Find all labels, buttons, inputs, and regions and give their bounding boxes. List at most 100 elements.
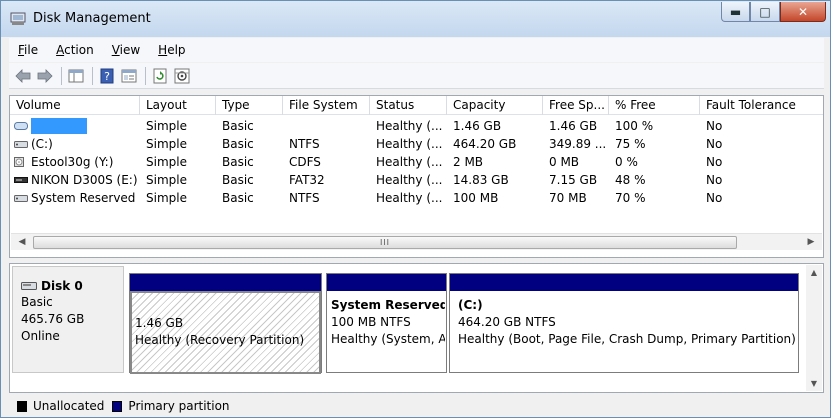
volume-fault-tolerance: No [706, 119, 723, 133]
forward-icon [37, 68, 53, 83]
column-header-type[interactable]: Type [216, 96, 283, 115]
volume-file-system: FAT32 [289, 173, 325, 187]
volume-file-system [283, 117, 370, 135]
menu-file[interactable]: File [9, 43, 47, 57]
show-console-tree-button[interactable] [66, 66, 86, 86]
properties-icon [121, 69, 137, 82]
close-button[interactable]: ✕ [780, 2, 826, 22]
hard-drive-icon [14, 141, 28, 148]
volume-free-space: 7.15 GB [549, 173, 598, 187]
toolbar-separator [92, 66, 93, 85]
partition-recovery[interactable]: 1.46 GB Healthy (Recovery Partition) [129, 273, 322, 374]
volume-row[interactable]: NIKON D300S (E:) Simple Basic FAT32 Heal… [10, 171, 823, 189]
close-icon: ✕ [797, 4, 809, 19]
volume-layout: Simple [146, 155, 187, 169]
horizontal-scrollbar[interactable]: ◀ III ▶ [11, 233, 822, 250]
primary-partition-bar [130, 274, 321, 291]
properties-button[interactable] [119, 66, 139, 86]
help-button[interactable]: ? [97, 66, 117, 86]
volume-type: Basic [222, 173, 254, 187]
back-button[interactable] [13, 66, 33, 86]
disk-0-info[interactable]: Disk 0 Basic 465.76 GB Online [12, 266, 124, 373]
unallocated-swatch [17, 400, 27, 412]
volume-capacity: 100 MB [453, 191, 499, 205]
window-title: Disk Management [33, 11, 151, 26]
column-header-capacity[interactable]: Capacity [447, 96, 543, 115]
rescan-disks-button[interactable] [172, 66, 192, 86]
refresh-icon [153, 68, 167, 83]
column-header-free-space[interactable]: Free Sp... [543, 96, 609, 115]
minimize-button[interactable]: ▬ [721, 2, 750, 22]
primary-partition-swatch [112, 400, 123, 412]
volume-name: Estool30g (Y:) [31, 155, 114, 169]
partition-c-drive[interactable]: (C:) 464.20 GB NTFS Healthy (Boot, Page … [449, 273, 799, 373]
volume-layout: Simple [146, 137, 187, 151]
column-header-layout[interactable]: Layout [140, 96, 216, 115]
volume-name: (C:) [31, 137, 53, 151]
volume-percent-free: 100 % [615, 119, 654, 133]
volume-row[interactable]: Simple Basic Healthy (... 1.46 GB 1.46 G… [10, 117, 823, 135]
volume-free-space: 70 MB [549, 191, 587, 205]
volume-type: Basic [222, 191, 254, 205]
volume-status: Healthy (... [376, 137, 443, 151]
cd-drive-icon [14, 157, 24, 167]
column-header-file-system[interactable]: File System [283, 96, 370, 115]
volume-type: Basic [222, 137, 254, 151]
disk-management-window: Disk Management ▬ □ ✕ File Action View H… [0, 0, 831, 418]
scroll-grip: III [379, 238, 391, 247]
volume-status: Healthy (... [376, 173, 443, 187]
menu-view[interactable]: View [103, 43, 149, 57]
volume-name-redacted [31, 118, 87, 134]
volume-capacity: 2 MB [453, 155, 484, 169]
rescan-disks-icon [174, 68, 190, 83]
scroll-right-arrow-icon[interactable]: ▶ [804, 237, 818, 248]
column-header-percent-free[interactable]: % Free [609, 96, 700, 115]
volume-icon [14, 122, 28, 130]
volume-list[interactable]: Volume Layout Type File System Status Ca… [9, 95, 824, 258]
menu-bar: File Action View Help [9, 38, 824, 62]
refresh-button[interactable] [150, 66, 170, 86]
disk-type: Basic [21, 295, 53, 309]
column-header-fault-tolerance[interactable]: Fault Tolerance [700, 96, 823, 115]
volume-layout: Simple [146, 191, 187, 205]
volume-fault-tolerance: No [706, 137, 723, 151]
menu-action[interactable]: Action [47, 43, 103, 57]
menu-help[interactable]: Help [149, 43, 194, 57]
volume-fault-tolerance: No [706, 191, 723, 205]
volume-row[interactable]: (C:) Simple Basic NTFS Healthy (... 464.… [10, 135, 823, 153]
volume-percent-free: 70 % [615, 191, 646, 205]
partition-name: System Reserved [331, 298, 445, 312]
volume-layout: Simple [146, 119, 187, 133]
removable-drive-icon [14, 177, 28, 183]
vertical-scrollbar[interactable]: ▲ ▼ [806, 265, 822, 391]
volume-free-space: 0 MB [549, 155, 580, 169]
volume-list-header: Volume Layout Type File System Status Ca… [10, 96, 823, 115]
toolbar: ? [9, 63, 824, 89]
volume-status: Healthy (... [376, 191, 443, 205]
volume-file-system: NTFS [289, 137, 320, 151]
volume-file-system: NTFS [289, 191, 320, 205]
volume-free-space: 349.89 ... [549, 137, 607, 151]
legend-unallocated: Unallocated [33, 399, 105, 413]
partition-name [135, 298, 319, 315]
volume-row[interactable]: Estool30g (Y:) Simple Basic CDFS Healthy… [10, 153, 823, 171]
scroll-up-arrow-icon[interactable]: ▲ [809, 268, 819, 277]
scroll-left-arrow-icon[interactable]: ◀ [15, 237, 29, 248]
title-bar[interactable]: Disk Management ▬ □ ✕ [1, 1, 830, 37]
partition-system-reserved[interactable]: System Reserved 100 MB NTFS Healthy (Sys… [326, 273, 447, 373]
column-header-volume[interactable]: Volume [10, 96, 140, 115]
scroll-down-arrow-icon[interactable]: ▼ [809, 379, 819, 388]
volume-layout: Simple [146, 173, 187, 187]
volume-row[interactable]: System Reserved Simple Basic NTFS Health… [10, 189, 823, 207]
volume-name: NIKON D300S (E:) [31, 173, 138, 187]
volume-name: System Reserved [31, 191, 136, 205]
maximize-button[interactable]: □ [750, 2, 780, 22]
forward-button[interactable] [35, 66, 55, 86]
console-tree-icon [68, 69, 84, 82]
minimize-icon: ▬ [729, 4, 742, 19]
disk-size: 465.76 GB [21, 312, 85, 326]
scroll-thumb[interactable]: III [33, 236, 737, 249]
volume-file-system: CDFS [289, 155, 321, 169]
maximize-icon: □ [759, 4, 771, 19]
column-header-status[interactable]: Status [370, 96, 447, 115]
